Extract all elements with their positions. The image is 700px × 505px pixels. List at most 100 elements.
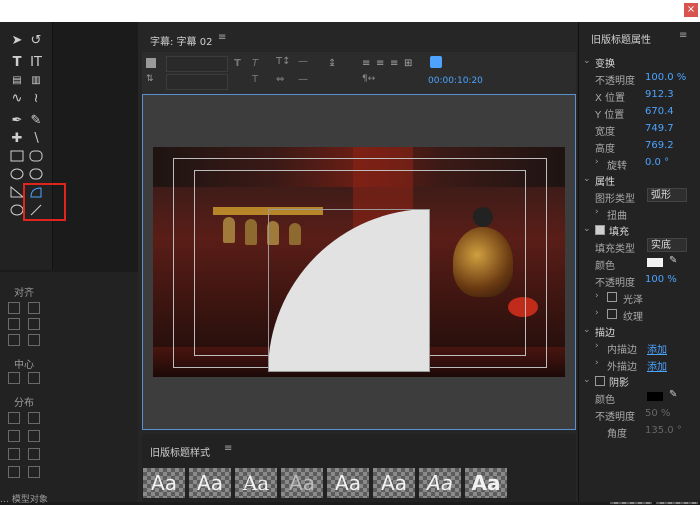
font-size-value[interactable]: — [298,56,308,67]
close-button[interactable]: × [684,3,698,17]
distribute-center-icon[interactable] [28,412,40,424]
align-bottom-icon[interactable] [28,334,40,346]
distribute-top-icon[interactable] [28,430,40,442]
type-tool-icon[interactable]: T [8,54,26,72]
x-position-value[interactable]: 912.3 [645,89,674,100]
rounded-rectangle-tool-icon[interactable] [27,150,45,168]
inner-stroke-add-link[interactable]: 添加 [647,341,667,356]
shadow-eyedropper-icon[interactable]: ✎ [669,389,677,400]
pen-tool-icon[interactable]: ✒ [8,112,26,130]
outer-stroke-chevron-icon[interactable]: › [595,358,599,368]
width-label: 宽度 [595,127,615,138]
shadow-opacity-value[interactable]: 50 % [645,408,670,419]
distribute-bottom-icon[interactable] [28,448,40,460]
style-sample[interactable]: Aa [373,468,415,498]
font-family-select[interactable] [166,56,228,72]
align-text-left-icon[interactable]: ≡ [362,58,370,69]
distribute-vertical-icon[interactable] [28,466,40,478]
timecode[interactable]: 00:00:10:20 [428,76,483,86]
align-left-icon[interactable] [8,302,20,314]
style-sample[interactable]: Aa [419,468,461,498]
height-value[interactable]: 769.2 [645,140,674,151]
align-text-right-icon[interactable]: ≡ [390,58,398,69]
roll-crawl-icon[interactable]: ⇅ [146,74,154,84]
rectangle-tool-icon[interactable] [8,150,26,168]
fill-checkbox[interactable] [595,225,605,235]
title-panel-menu-icon[interactable]: ≡ [218,32,226,43]
bold-icon[interactable]: T [234,58,241,69]
properties-panel-title: 旧版标题属性 [591,35,651,46]
width-value[interactable]: 749.7 [645,123,674,134]
texture-checkbox[interactable] [607,309,617,319]
distribute-middle-icon[interactable] [8,448,20,460]
center-vertical-icon[interactable] [28,372,40,384]
fill-opacity-value[interactable]: 100 % [645,274,677,285]
opacity-value[interactable]: 100.0 % [645,72,686,83]
vertical-area-type-tool-icon[interactable]: ▥ [27,72,45,90]
outer-stroke-add-link[interactable]: 添加 [647,358,667,373]
y-position-value[interactable]: 670.4 [645,106,674,117]
stroke-chevron-icon[interactable]: ⌄ [583,325,591,335]
style-sample[interactable]: Aa [465,468,507,498]
align-right-icon[interactable] [8,318,20,330]
rotation-tool-icon[interactable]: ↺ [27,32,45,50]
tab-stops-icon[interactable]: ⊞ [404,58,412,69]
font-style-select[interactable] [166,74,228,90]
font-size-icon: T↕ [276,56,291,67]
sheen-checkbox[interactable] [607,292,617,302]
selection-tool-icon[interactable]: ➤ [8,32,26,50]
convert-anchor-tool-icon[interactable]: ∖ [27,130,45,148]
rotation-value[interactable]: 0.0 ° [645,157,669,168]
stroke-section[interactable]: 描边 [595,324,615,339]
align-top-icon[interactable] [28,318,40,330]
style-sample[interactable]: Aa [189,468,231,498]
underline-icon[interactable]: T [252,74,258,85]
italic-icon[interactable]: T [252,58,258,69]
leading-icon[interactable]: ↨ [328,58,336,69]
properties-panel-menu-icon[interactable]: ≡ [679,30,687,41]
vertical-type-tool-icon[interactable]: IT [27,54,45,72]
styles-panel-menu-icon[interactable]: ≡ [224,443,232,454]
align-middle-icon[interactable] [8,334,20,346]
texture-label: 纹理 [623,312,643,323]
shadow-section[interactable]: 阴影 [609,374,629,389]
texture-chevron-icon[interactable]: › [595,308,599,318]
distribute-horizontal-icon[interactable] [8,466,20,478]
area-type-tool-icon[interactable]: ▤ [8,72,26,90]
graphic-type-select[interactable]: 弧形 [647,188,687,202]
shadow-checkbox[interactable] [595,376,605,386]
shadow-color-swatch[interactable] [647,392,663,401]
fill-section[interactable]: 填充 [609,223,629,238]
sheen-chevron-icon[interactable]: › [595,291,599,301]
style-sample[interactable]: Aa [327,468,369,498]
distribute-left-icon[interactable] [8,412,20,424]
delete-anchor-tool-icon[interactable]: ✎ [27,112,45,130]
style-sample[interactable]: Aa [281,468,323,498]
shadow-angle-value[interactable]: 135.0 ° [645,425,682,436]
align-text-center-icon[interactable]: ≡ [376,58,384,69]
new-title-icon[interactable] [146,58,156,68]
highlight-box [23,183,66,221]
fill-color-swatch[interactable] [647,258,663,267]
fill-chevron-icon[interactable]: ⌄ [583,224,591,234]
path-type-tool-icon[interactable]: ∿ [8,90,26,108]
style-sample[interactable]: Aa [235,468,277,498]
align-center-icon[interactable] [28,302,40,314]
properties-chevron-icon[interactable]: ⌄ [583,174,591,184]
properties-section[interactable]: 属性 [595,173,615,188]
add-anchor-tool-icon[interactable]: ✚ [8,130,26,148]
rotation-chevron-icon[interactable]: › [595,157,599,167]
style-sample[interactable]: Aa [143,468,185,498]
eyedropper-icon[interactable]: ✎ [669,255,677,266]
tracking-value[interactable]: — [298,74,308,85]
transform-chevron-icon[interactable]: ⌄ [583,56,591,66]
inner-stroke-chevron-icon[interactable]: › [595,341,599,351]
vertical-path-type-tool-icon[interactable]: ≀ [27,90,45,108]
center-horizontal-icon[interactable] [8,372,20,384]
distort-chevron-icon[interactable]: › [595,207,599,217]
transform-section[interactable]: 变换 [595,55,615,70]
fill-type-select[interactable]: 实底 [647,238,687,252]
shadow-chevron-icon[interactable]: ⌄ [583,375,591,385]
background-video-icon[interactable] [430,56,442,68]
distribute-right-icon[interactable] [8,430,20,442]
